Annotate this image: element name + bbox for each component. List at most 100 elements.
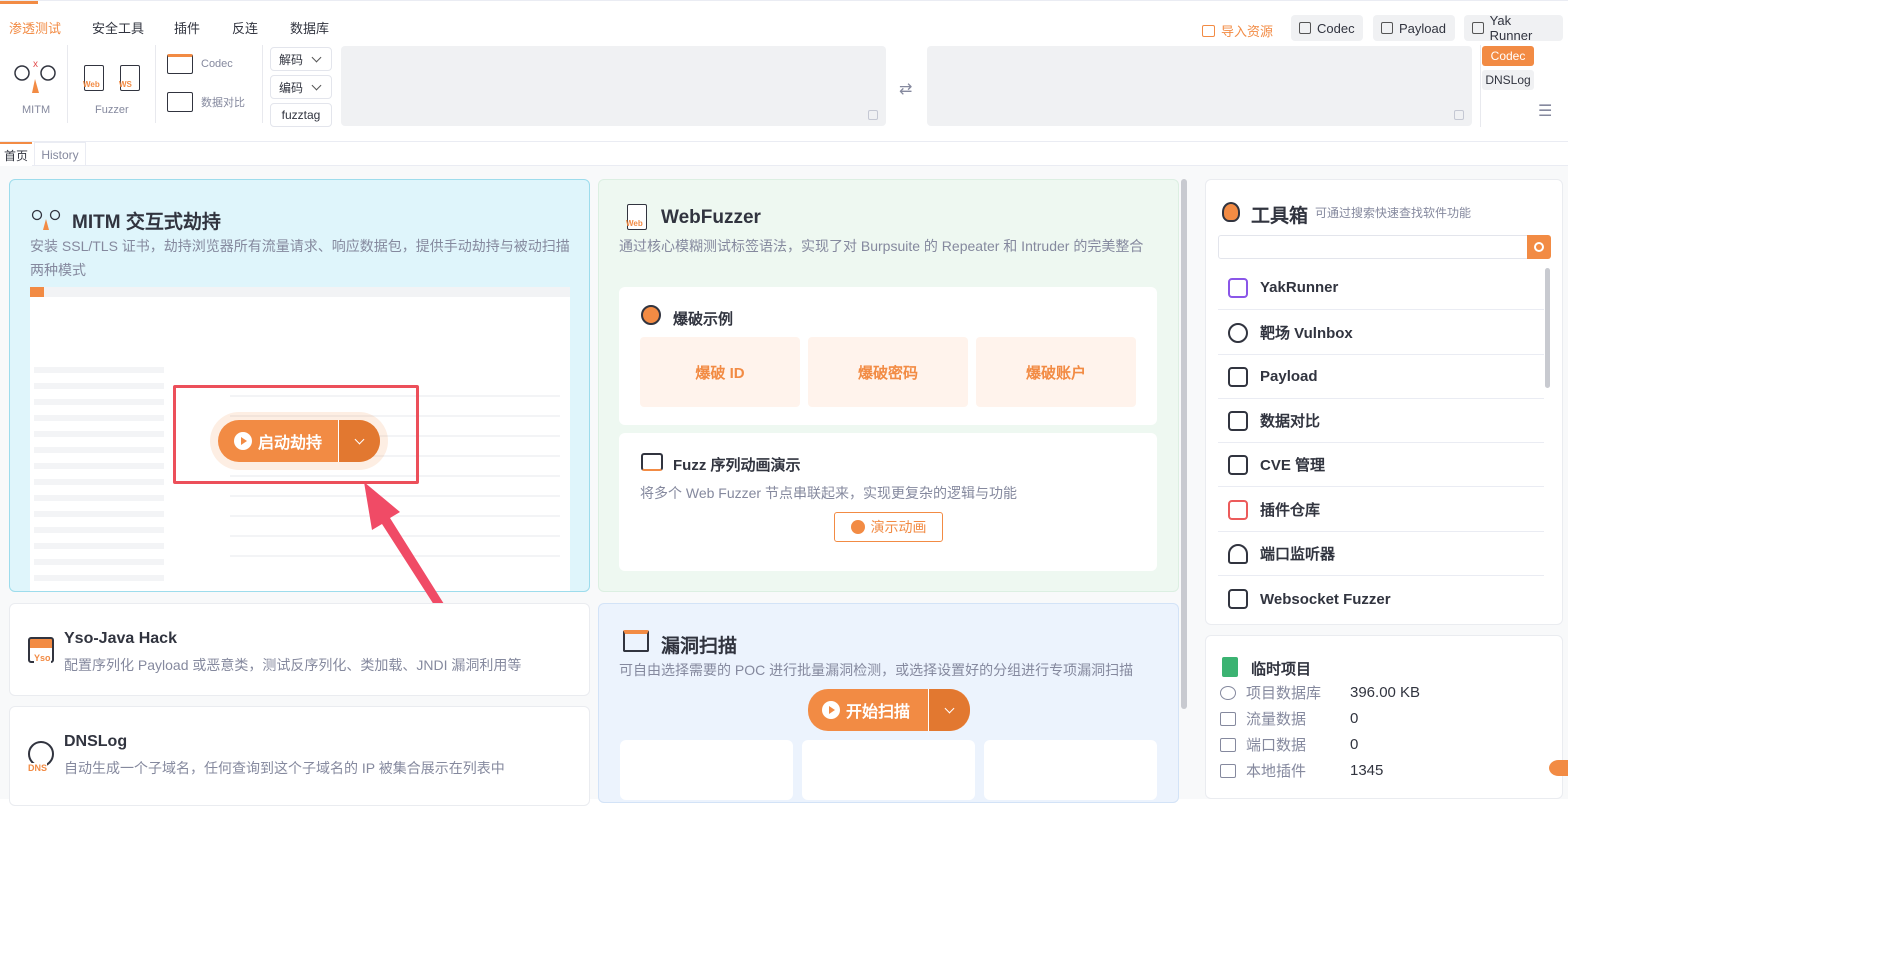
ws-fuzzer-icon[interactable]: WS	[119, 65, 140, 91]
tool-data-compare[interactable]: 数据对比	[1218, 399, 1544, 443]
fuzz-sequence-panel: Fuzz 序列动画演示 将多个 Web Fuzzer 节点串联起来，实现更复杂的…	[619, 433, 1157, 571]
webfuzzer-desc: 通过核心模糊测试标签语法，实现了对 Burpsuite 的 Repeater 和…	[619, 238, 1144, 254]
search-icon	[1534, 242, 1544, 252]
vulnscan-card[interactable]: 漏洞扫描 可自由选择需要的 POC 进行批量漏洞检测，或选择设置好的分组进行专项…	[598, 603, 1179, 803]
mascot-icon[interactable]	[1549, 760, 1568, 776]
tool-yakrunner[interactable]: YakRunner	[1218, 266, 1544, 310]
codec-tool-icon	[167, 54, 193, 74]
scan-option-tile[interactable]	[802, 740, 975, 800]
yakrunner-shortcut-label: Yak Runner	[1489, 13, 1533, 43]
dnslog-card[interactable]: DNS DNSLog 自动生成一个子域名，任何查询到这个子域名的 IP 被集合展…	[9, 706, 590, 806]
web-tag: Web	[83, 80, 100, 89]
tool-label: 插件仓库	[1260, 502, 1321, 519]
dnslog-tag: DNS	[28, 763, 48, 773]
demo-animation-button[interactable]: 演示动画	[834, 512, 943, 542]
copy-icon[interactable]	[868, 110, 878, 120]
fuzztag-button[interactable]: fuzztag	[270, 103, 332, 127]
toolbox-scrollbar[interactable]	[1545, 268, 1550, 388]
codec-tool-button[interactable]: Codec	[167, 53, 247, 75]
start-scan-label: 开始扫描	[846, 704, 911, 721]
search-button[interactable]	[1527, 235, 1551, 259]
codec-shortcut-label: Codec	[1317, 20, 1355, 36]
start-scan-button[interactable]: 开始扫描	[808, 689, 970, 731]
yso-card[interactable]: Yso Yso-Java Hack 配置序列化 Payload 或恶意类，测试反…	[9, 603, 590, 696]
play-icon	[234, 432, 252, 450]
menu-bar: 渗透测试 安全工具 插件 反连 数据库 导入资源 Codec Payload Y…	[0, 5, 1568, 45]
hijack-dropdown-button[interactable]	[338, 420, 380, 462]
payload-shortcut-button[interactable]: Payload	[1373, 15, 1455, 41]
collapse-icon[interactable]: ☰	[1538, 101, 1552, 121]
compare-icon	[1228, 410, 1248, 431]
chevron-down-icon	[354, 434, 365, 444]
start-hijack-button[interactable]: 启动劫持	[218, 420, 380, 462]
mitm-tool-button[interactable]: x	[12, 55, 58, 97]
copy-icon[interactable]	[1454, 110, 1464, 120]
fuzz-sequence-desc: 将多个 Web Fuzzer 节点串联起来，实现更复杂的逻辑与功能	[640, 485, 1017, 501]
stat-label: 项目数据库	[1246, 685, 1322, 702]
codec-output-area[interactable]	[927, 46, 1472, 126]
menu-plugins[interactable]: 插件	[174, 18, 200, 37]
mitm-title: MITM 交互式劫持	[72, 212, 221, 233]
compare-tool-icon	[167, 92, 193, 112]
codec-shortcut-button[interactable]: Codec	[1291, 15, 1363, 41]
tool-port-listener[interactable]: 端口监听器	[1218, 532, 1544, 576]
target-icon	[1228, 322, 1248, 343]
scan-option-tile[interactable]	[984, 740, 1157, 800]
yso-icon: Yso	[28, 637, 54, 663]
side-dnslog-tab[interactable]: DNSLog	[1482, 70, 1534, 90]
codec-tool-label: Codec	[201, 58, 233, 70]
menu-database[interactable]: 数据库	[290, 18, 329, 37]
tool-payload[interactable]: Payload	[1218, 355, 1544, 399]
monitor-icon	[1220, 763, 1236, 778]
menu-security-tools[interactable]: 安全工具	[92, 18, 144, 37]
layers-icon	[641, 453, 663, 471]
yakrunner-shortcut-button[interactable]: Yak Runner	[1464, 13, 1563, 43]
arrow-pointer	[364, 482, 444, 608]
toolbar: x MITM Web WS Fuzzer Codec 数据对比 解码 编码 fu…	[0, 45, 1568, 142]
stat-value: 0	[1350, 736, 1359, 753]
mitm-desc: 安装 SSL/TLS 证书，劫持浏览器所有流量请求、响应数据包，提供手动劫持与被…	[30, 238, 570, 278]
store-icon	[1228, 499, 1248, 520]
start-hijack-label: 启动劫持	[258, 435, 323, 452]
brute-password-button[interactable]: 爆破密码	[808, 337, 968, 407]
webfuzzer-title: WebFuzzer	[661, 207, 761, 228]
tab-history[interactable]: History	[34, 142, 86, 166]
vulnscan-title: 漏洞扫描	[661, 636, 738, 657]
play-icon	[822, 701, 840, 719]
page-tabs: 首页 History	[0, 142, 1568, 166]
scan-dropdown-button[interactable]	[928, 689, 970, 731]
compare-tool-button[interactable]: 数据对比	[167, 91, 253, 113]
stat-project-db: 项目数据库 396.00 KB	[1220, 682, 1420, 703]
import-icon	[1202, 24, 1215, 37]
import-resource-button[interactable]: 导入资源	[1202, 21, 1273, 40]
webfuzzer-card[interactable]: Web WebFuzzer 通过核心模糊测试标签语法，实现了对 Burpsuit…	[598, 179, 1179, 592]
project-file-icon	[1222, 657, 1238, 677]
swap-icon[interactable]: ⇄	[899, 79, 912, 99]
side-codec-tab[interactable]: Codec	[1482, 46, 1534, 66]
menu-pentest[interactable]: 渗透测试	[9, 18, 61, 37]
tool-websocket-fuzzer[interactable]: Websocket Fuzzer	[1218, 577, 1544, 621]
encode-dropdown[interactable]: 编码	[270, 75, 332, 99]
bar-chart-icon	[1220, 711, 1236, 726]
toolbox-search-input[interactable]	[1218, 235, 1528, 259]
tool-vulnbox[interactable]: 靶场 Vulnbox	[1218, 311, 1544, 355]
chevron-down-icon	[944, 703, 955, 713]
web-fuzzer-icon[interactable]: Web	[83, 65, 104, 91]
scan-option-tile[interactable]	[620, 740, 793, 800]
stat-value: 1345	[1350, 762, 1384, 779]
tool-label: 数据对比	[1260, 413, 1321, 430]
tab-home[interactable]: 首页	[0, 142, 33, 166]
tool-label: YakRunner	[1260, 279, 1339, 296]
menu-reverse[interactable]: 反连	[232, 18, 258, 37]
codec-input-area[interactable]	[341, 46, 886, 126]
brute-id-button[interactable]: 爆破 ID	[640, 337, 800, 407]
brute-account-button[interactable]: 爆破账户	[976, 337, 1136, 407]
mitm-card[interactable]: MITM 交互式劫持 安装 SSL/TLS 证书，劫持浏览器所有流量请求、响应数…	[9, 179, 590, 592]
tool-plugin-store[interactable]: 插件仓库	[1218, 488, 1544, 532]
tool-cve-manage[interactable]: CVE 管理	[1218, 443, 1544, 487]
content-scrollbar[interactable]	[1181, 179, 1187, 709]
brute-examples-panel: 爆破示例 爆破 ID 爆破密码 爆破账户	[619, 287, 1157, 425]
decode-dropdown[interactable]: 解码	[270, 47, 332, 71]
vulnscan-desc: 可自由选择需要的 POC 进行批量漏洞检测，或选择设置好的分组进行专项漏洞扫描	[619, 662, 1134, 678]
toolbox-subtitle: 可通过搜索快速查找软件功能	[1315, 206, 1472, 220]
